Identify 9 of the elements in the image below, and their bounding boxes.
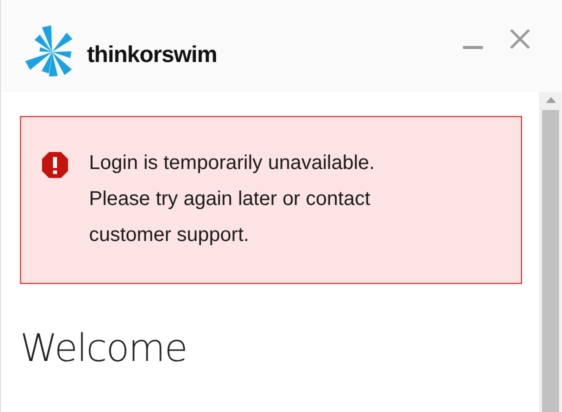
error-icon	[41, 151, 69, 179]
minimize-icon[interactable]	[463, 46, 483, 50]
alert-message: Login is temporarily unavailable. Please try again later or contact customer support.	[89, 151, 376, 248]
welcome-heading: Welcome	[20, 326, 188, 370]
close-icon[interactable]	[509, 28, 531, 50]
logo-text: thinkorswim	[87, 40, 217, 68]
scrollbar[interactable]	[539, 92, 562, 412]
scroll-up-icon[interactable]	[544, 96, 556, 104]
scrollbar-thumb[interactable]	[542, 110, 559, 412]
